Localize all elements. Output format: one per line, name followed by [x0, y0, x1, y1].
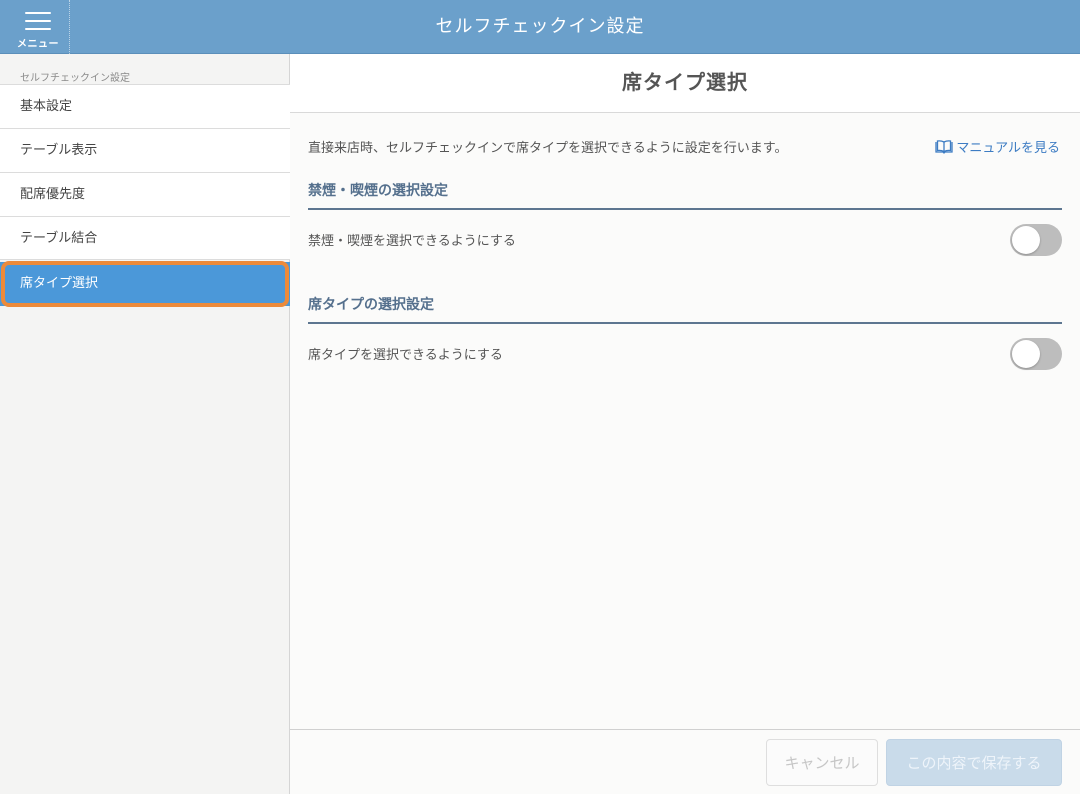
manual-link[interactable]: マニュアルを見る	[935, 137, 1060, 156]
sidebar-item-seating-priority[interactable]: 配席優先度	[0, 172, 290, 216]
seat-type-select-toggle[interactable]	[1010, 338, 1062, 370]
app-window: メニュー セルフチェックイン設定 セルフチェックイン設定 基本設定 テーブル表示…	[0, 0, 1080, 794]
manual-link-label: マニュアルを見る	[956, 141, 1060, 156]
header-title: セルフチェックイン設定	[435, 16, 645, 37]
sidebar-item-table-display[interactable]: テーブル表示	[0, 128, 290, 172]
main-content: 席タイプ選択 直接来店時、セルフチェックインで席タイプを選択できるように設定を行…	[290, 54, 1080, 794]
sidebar-item-table-combine[interactable]: テーブル結合	[0, 216, 290, 260]
footer-bar: キャンセル この内容で保存する	[290, 729, 1080, 794]
section-title-seat-type: 席タイプの選択設定	[308, 294, 1062, 324]
sidebar-item-label: 席タイプ選択	[20, 276, 99, 291]
sidebar-item-label: 基本設定	[20, 99, 73, 114]
page-title: 席タイプ選択	[622, 70, 748, 94]
sidebar-item-label: テーブル結合	[20, 231, 98, 246]
row-label-smoking: 禁煙・喫煙を選択できるようにする	[308, 234, 516, 249]
sidebar-item-label: 配席優先度	[20, 187, 86, 202]
page-description: 直接来店時、セルフチェックインで席タイプを選択できるように設定を行います。	[308, 141, 788, 156]
sidebar-heading: セルフチェックイン設定	[20, 73, 130, 84]
toggle-knob	[1012, 226, 1040, 254]
sidebar-list: 基本設定 テーブル表示 配席優先度 テーブル結合 席タイプ選択	[0, 84, 290, 307]
sidebar-item-seat-type[interactable]: 席タイプ選択	[0, 261, 290, 307]
main-title-bar: 席タイプ選択	[290, 54, 1080, 113]
toggle-knob	[1012, 340, 1040, 368]
sidebar: セルフチェックイン設定 基本設定 テーブル表示 配席優先度 テーブル結合 席タイ…	[0, 54, 290, 794]
app-header: メニュー セルフチェックイン設定	[0, 0, 1080, 54]
smoking-select-toggle[interactable]	[1010, 224, 1062, 256]
sidebar-item-basic-settings[interactable]: 基本設定	[0, 84, 290, 128]
section-title-smoking: 禁煙・喫煙の選択設定	[308, 180, 1062, 210]
book-icon	[935, 139, 954, 154]
save-button[interactable]: この内容で保存する	[886, 739, 1062, 786]
row-label-seat-type: 席タイプを選択できるようにする	[308, 348, 503, 363]
cancel-button[interactable]: キャンセル	[766, 739, 878, 786]
sidebar-item-label: テーブル表示	[20, 143, 98, 158]
